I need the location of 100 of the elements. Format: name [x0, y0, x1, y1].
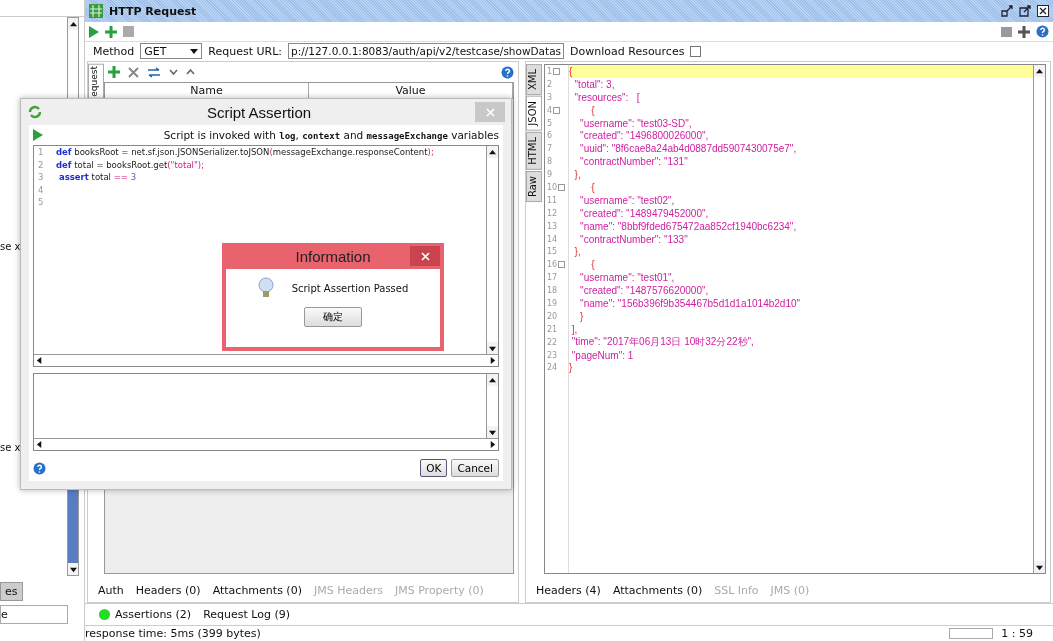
- view-tab[interactable]: JSON: [526, 96, 542, 131]
- run-icon[interactable]: [33, 129, 43, 141]
- scroll-left-icon[interactable]: [36, 357, 43, 364]
- help-icon[interactable]: [501, 65, 514, 79]
- fold-icon[interactable]: [553, 106, 561, 114]
- scroll-up-icon[interactable]: [489, 148, 496, 156]
- line-number: 1: [547, 66, 553, 76]
- line-number: 15: [547, 247, 558, 257]
- help-icon[interactable]: [1036, 25, 1049, 38]
- view-tab[interactable]: Raw: [526, 170, 542, 202]
- scroll-down-icon[interactable]: [1036, 563, 1043, 571]
- run-icon[interactable]: [89, 25, 99, 38]
- code-line: "username": "test01",: [579, 272, 675, 284]
- dialog-title: Script Assertion: [205, 103, 313, 121]
- code-line: "uuid": "8f6cae8a24ab4d0887dd5907430075e7",: [579, 143, 797, 155]
- scrollbar[interactable]: [1033, 65, 1045, 573]
- add-icon[interactable]: [105, 25, 117, 38]
- code-line: "created": "1489479452000",: [579, 207, 709, 219]
- line-number: 3: [37, 171, 45, 184]
- request-tab[interactable]: Attachments (0): [212, 583, 302, 597]
- request-tab[interactable]: Auth: [98, 583, 124, 597]
- line-number: 8: [547, 157, 553, 167]
- close-icon: [420, 251, 430, 261]
- scroll-down-icon[interactable]: [489, 428, 496, 436]
- dialog-button[interactable]: Cancel: [451, 459, 499, 477]
- scrollbar[interactable]: [34, 354, 498, 366]
- tree-item-fragment: se x: [0, 241, 21, 252]
- scroll-down-icon[interactable]: [489, 344, 496, 352]
- line-number: 5: [37, 196, 45, 209]
- scrollbar[interactable]: [486, 374, 498, 438]
- download-checkbox[interactable]: [690, 45, 702, 57]
- line-number: 16: [547, 260, 558, 270]
- dropdown-arrow-icon: [190, 48, 199, 54]
- scroll-up-icon[interactable]: [69, 20, 77, 28]
- code-line: "time": "2017年06月13日 10时32分22秒",: [570, 335, 754, 350]
- status-text: response time: 5ms (399 bytes): [85, 627, 261, 640]
- response-tab[interactable]: Headers (4): [536, 583, 601, 597]
- help-icon[interactable]: [33, 461, 46, 475]
- dialog-button[interactable]: OK: [420, 459, 448, 477]
- delete-icon[interactable]: [128, 66, 139, 78]
- bottom-tab[interactable]: Request Log (9): [203, 608, 291, 621]
- method-dropdown[interactable]: GET: [140, 43, 203, 59]
- code-line: "total": 3,: [573, 78, 615, 90]
- fold-icon[interactable]: [558, 261, 566, 269]
- add-icon[interactable]: [108, 66, 120, 78]
- code-line: {: [590, 259, 595, 271]
- code-line: {: [590, 181, 595, 193]
- line-number: 22: [547, 337, 558, 347]
- request-tab[interactable]: Headers (0): [135, 583, 201, 597]
- view-tab[interactable]: XML: [526, 64, 542, 96]
- scroll-left-icon[interactable]: [36, 441, 43, 448]
- scroll-down-icon[interactable]: [69, 565, 77, 573]
- download-label: Download Resources: [570, 44, 685, 58]
- line-number: 4: [547, 105, 553, 115]
- maximize-icon[interactable]: [1019, 5, 1031, 17]
- line-number: 13: [547, 221, 558, 231]
- line-number: 10: [547, 182, 558, 192]
- code-line: assert total == 3: [57, 172, 137, 183]
- line-number: 11: [547, 195, 558, 205]
- line-number: 4: [37, 183, 45, 196]
- down-caret-icon[interactable]: [169, 69, 178, 75]
- fold-icon[interactable]: [553, 67, 561, 75]
- code-line: ],: [570, 323, 578, 335]
- restore-icon[interactable]: [1001, 5, 1013, 17]
- confirm-button[interactable]: 确定: [304, 307, 362, 327]
- line-number: 9: [547, 170, 553, 180]
- fold-icon[interactable]: [558, 183, 566, 191]
- line-number: 19: [547, 298, 558, 308]
- scroll-right-icon[interactable]: [489, 441, 496, 448]
- scroll-up-icon[interactable]: [489, 376, 496, 384]
- add-icon[interactable]: [1018, 25, 1030, 38]
- line-number: 14: [547, 234, 558, 244]
- line-number: 12: [547, 208, 558, 218]
- scrollbar[interactable]: [486, 146, 498, 354]
- swap-icon[interactable]: [147, 66, 161, 78]
- code-line: },: [573, 246, 581, 258]
- close-button[interactable]: [410, 246, 440, 266]
- view-tab[interactable]: HTML: [526, 131, 542, 170]
- code-line: "username": "test02",: [579, 194, 675, 206]
- scrollbar[interactable]: [34, 438, 498, 450]
- scroll-up-icon[interactable]: [1036, 67, 1043, 75]
- side-tab[interactable]: equest: [88, 64, 104, 99]
- url-field[interactable]: p://127.0.0.1:8083/auth/api/v2/testcase/showDatas: [288, 43, 565, 59]
- close-icon: [485, 107, 495, 117]
- response-tab[interactable]: Attachments (0): [612, 583, 703, 597]
- line-number: 2: [37, 158, 45, 171]
- cursor-position: 1 : 59: [1001, 627, 1033, 640]
- up-caret-icon[interactable]: [186, 69, 195, 75]
- panel-tab[interactable]: es: [0, 582, 23, 601]
- bottom-tab[interactable]: Assertions (2): [99, 608, 192, 621]
- scroll-right-icon[interactable]: [489, 357, 496, 364]
- code-line: "name": "8bbf9fded675472aa852cf1940bc6234",: [579, 220, 797, 232]
- code-line: "resources": [: [573, 91, 640, 103]
- info-message: Script Assertion Passed: [291, 282, 409, 294]
- panel-icon[interactable]: [1001, 26, 1012, 37]
- code-line: "username": "test03-SD",: [579, 117, 692, 129]
- code-line: "name": "156b396f9b354467b5d1d1a1014b2d10": [579, 297, 801, 309]
- lightbulb-icon: [257, 277, 274, 299]
- close-icon[interactable]: [1037, 5, 1049, 17]
- line-number: 6: [547, 131, 553, 141]
